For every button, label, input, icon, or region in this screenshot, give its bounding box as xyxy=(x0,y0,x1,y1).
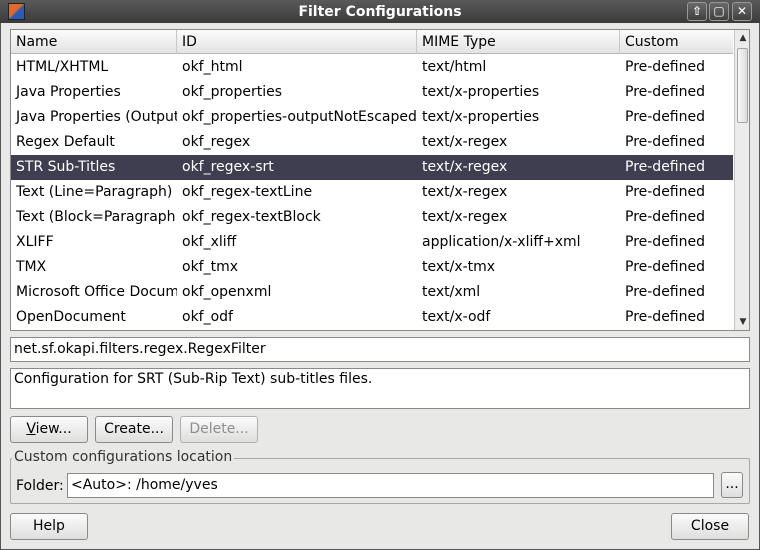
table-row[interactable]: OpenDocument okf_odf text/x-odf Pre-defined xyxy=(11,305,733,330)
cell-id: okf_xliff xyxy=(182,234,237,250)
cell-id: okf_odf xyxy=(182,309,233,325)
cell-custom: Pre-defined xyxy=(625,84,706,100)
cell-name: Text (Line=Paragraph) xyxy=(16,184,173,200)
scroll-up-arrow-icon[interactable]: ▲ xyxy=(735,30,749,46)
view-button[interactable]: View... xyxy=(10,416,88,443)
description-field[interactable]: Configuration for SRT (Sub-Rip Text) sub… xyxy=(10,368,750,409)
maximize-button[interactable]: ▢ xyxy=(709,2,729,21)
cell-name: HTML/XHTML xyxy=(16,59,109,75)
cell-name: Java Properties xyxy=(16,84,121,100)
cell-custom: Pre-defined xyxy=(625,184,706,200)
delete-button[interactable]: Delete... xyxy=(180,416,258,443)
table-row[interactable]: Regex Default okf_regex text/x-regex Pre-de… xyxy=(11,130,733,155)
cell-mime-type: text/x-regex xyxy=(422,184,508,200)
scroll-down-arrow-icon[interactable]: ▼ xyxy=(735,314,749,330)
view-mnemonic: V xyxy=(26,421,36,437)
cell-custom: Pre-defined xyxy=(625,59,706,75)
cell-custom: Pre-defined xyxy=(625,309,706,325)
cell-mime-type: text/x-regex xyxy=(422,209,508,225)
cell-name: Text (Block=Paragraph xyxy=(16,209,176,225)
cell-mime-type: text/x-properties xyxy=(422,84,540,100)
table-row[interactable]: XLIFF okf_xliff application/x-xliff+xml Pre… xyxy=(11,230,733,255)
cell-mime-type: text/xml xyxy=(422,284,481,300)
browse-folder-button[interactable]: ... xyxy=(721,472,743,498)
cell-id: okf_openxml xyxy=(182,284,272,300)
cell-name: Microsoft Office Docum xyxy=(16,284,177,300)
cell-mime-type: text/html xyxy=(422,59,487,75)
cell-custom: Pre-defined xyxy=(625,159,706,175)
table-header: Name ID MIME Type Custom xyxy=(11,30,733,54)
cell-id: okf_regex-textLine xyxy=(182,184,313,200)
column-header-name[interactable]: Name xyxy=(11,30,177,54)
shade-up-button[interactable]: ⇧ xyxy=(687,2,707,21)
column-header-id[interactable]: ID xyxy=(177,30,417,54)
column-header-mime-type[interactable]: MIME Type xyxy=(417,30,620,54)
cell-mime-type: text/x-tmx xyxy=(422,259,496,275)
help-button[interactable]: Help xyxy=(10,513,88,540)
close-button[interactable]: Close xyxy=(671,513,749,540)
cell-id: okf_regex-srt xyxy=(182,159,274,175)
custom-location-label: Custom configurations location xyxy=(12,449,235,465)
table-row[interactable]: Text (Line=Paragraph) okf_regex-textLine t… xyxy=(11,180,733,205)
cell-id: okf_regex xyxy=(182,134,251,150)
cell-id: okf_html xyxy=(182,59,243,75)
folder-label: Folder: xyxy=(16,478,64,494)
cell-mime-type: text/x-regex xyxy=(422,159,508,175)
table-row[interactable]: STR Sub-Titles okf_regex-srt text/x-regex P… xyxy=(11,155,733,180)
cell-custom: Pre-defined xyxy=(625,209,706,225)
cell-name: Java Properties (Output xyxy=(16,109,177,125)
view-label: iew... xyxy=(35,421,72,437)
table-row[interactable]: Microsoft Office Docum okf_openxml text/xm… xyxy=(11,280,733,305)
app-icon xyxy=(8,3,25,20)
cell-custom: Pre-defined xyxy=(625,259,706,275)
cell-name: Regex Default xyxy=(16,134,115,150)
filter-class-field[interactable]: net.sf.okapi.filters.regex.RegexFilter xyxy=(10,337,750,362)
table-row[interactable]: Java Properties (Output okf_properties-ou… xyxy=(11,105,733,130)
window-title: Filter Configurations xyxy=(298,3,462,20)
cell-mime-type: application/x-xliff+xml xyxy=(422,234,581,250)
create-button[interactable]: Create... xyxy=(95,416,173,443)
table-row[interactable]: TMX okf_tmx text/x-tmx Pre-defined xyxy=(11,255,733,280)
scrollbar-thumb[interactable] xyxy=(737,48,748,123)
title-bar[interactable]: Filter Configurations ⇧ ▢ ✕ xyxy=(0,0,760,23)
cell-name: XLIFF xyxy=(16,234,54,250)
column-header-custom[interactable]: Custom xyxy=(620,30,733,54)
cell-custom: Pre-defined xyxy=(625,134,706,150)
table-row[interactable]: Java Properties okf_properties text/x-prop… xyxy=(11,80,733,105)
cell-mime-type: text/x-properties xyxy=(422,109,540,125)
cell-custom: Pre-defined xyxy=(625,234,706,250)
cell-id: okf_tmx xyxy=(182,259,239,275)
cell-mime-type: text/x-regex xyxy=(422,134,508,150)
table-body: HTML/XHTML okf_html text/html Pre-defined Ja… xyxy=(11,55,733,330)
cell-name: TMX xyxy=(16,259,47,275)
table-row[interactable]: Text (Block=Paragraph okf_regex-textBlock… xyxy=(11,205,733,230)
cell-mime-type: text/x-odf xyxy=(422,309,491,325)
table-row[interactable]: HTML/XHTML okf_html text/html Pre-defined xyxy=(11,55,733,80)
table-scrollbar[interactable]: ▲ ▼ xyxy=(734,30,749,330)
close-window-button[interactable]: ✕ xyxy=(732,2,752,21)
cell-name: STR Sub-Titles xyxy=(16,159,116,175)
folder-input[interactable]: <Auto>: /home/yves xyxy=(67,473,714,498)
cell-id: okf_properties xyxy=(182,84,283,100)
cell-id: okf_properties-outputNotEscaped xyxy=(182,109,417,125)
cell-id: okf_regex-textBlock xyxy=(182,209,321,225)
filter-configurations-table[interactable]: Name ID MIME Type Custom HTML/XHTML okf_h… xyxy=(10,29,750,331)
cell-custom: Pre-defined xyxy=(625,284,706,300)
cell-name: OpenDocument xyxy=(16,309,126,325)
cell-custom: Pre-defined xyxy=(625,109,706,125)
